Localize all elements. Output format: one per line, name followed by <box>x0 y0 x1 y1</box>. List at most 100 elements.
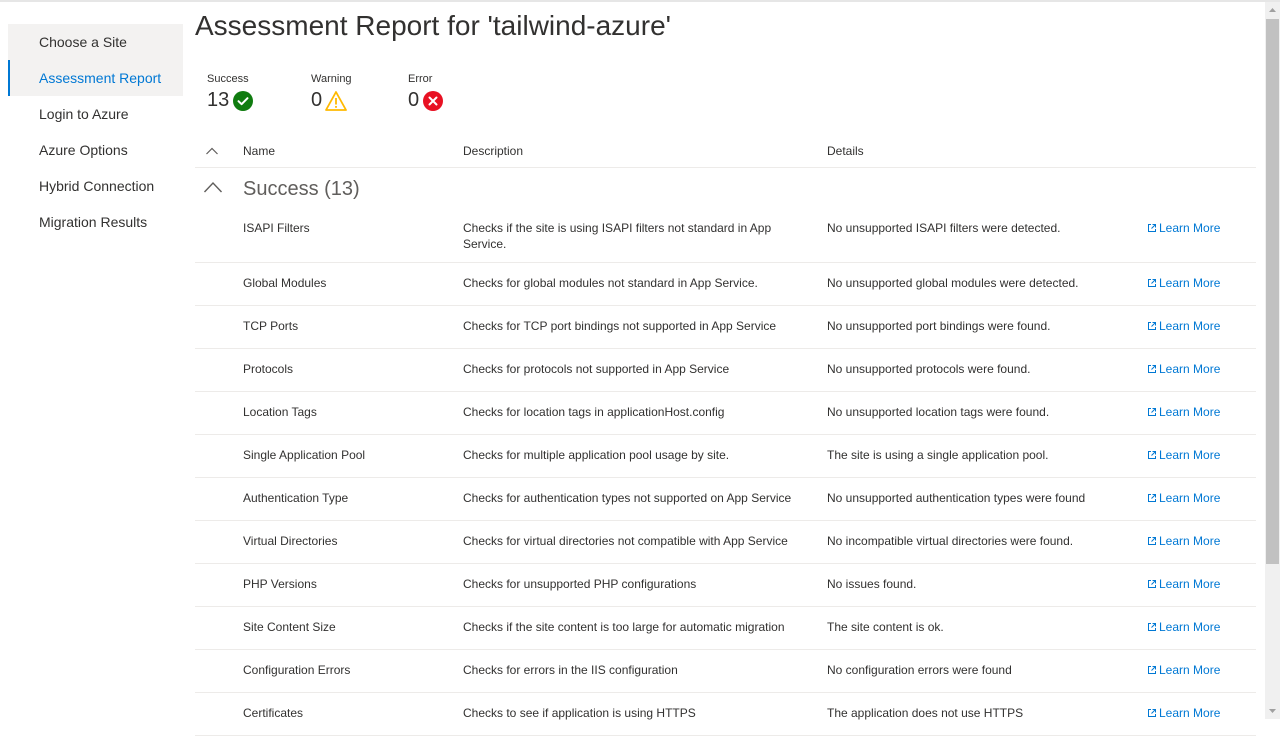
external-link-icon <box>1148 408 1156 416</box>
error-circle-icon <box>422 90 444 112</box>
table-row: PHP Versions Checks for unsupported PHP … <box>195 564 1256 607</box>
assessment-rows: ISAPI Filters Checks if the site is usin… <box>195 208 1256 736</box>
table-row: Configuration Errors Checks for errors i… <box>195 650 1256 693</box>
row-name: Authentication Type <box>243 491 349 505</box>
learn-more-label: Learn More <box>1159 620 1221 634</box>
row-description: Checks for global modules not standard i… <box>463 276 758 290</box>
column-header-details[interactable]: Details <box>827 144 864 158</box>
page-title: Assessment Report for 'tailwind-azure' <box>195 10 671 41</box>
row-description: Checks for protocols not supported in Ap… <box>463 362 730 376</box>
row-description: Checks for errors in the IIS configurati… <box>463 663 678 677</box>
learn-more-link[interactable]: Learn More <box>1147 275 1220 291</box>
table-row: Site Content Size Checks if the site con… <box>195 607 1256 650</box>
nav-item-migration-results[interactable]: Migration Results <box>8 204 183 240</box>
table-row: Single Application Pool Checks for multi… <box>195 435 1256 478</box>
warning-count: 0 <box>311 89 323 111</box>
error-label: Error <box>408 73 433 85</box>
learn-more-link[interactable]: Learn More <box>1147 490 1220 506</box>
scroll-up-arrow-icon[interactable] <box>1265 2 1280 18</box>
learn-more-link[interactable]: Learn More <box>1147 404 1220 420</box>
wizard-nav: Choose a Site Assessment Report Login to… <box>8 24 183 240</box>
row-name: Configuration Errors <box>243 663 351 677</box>
learn-more-label: Learn More <box>1159 534 1221 548</box>
table-row: Certificates Checks to see if applicatio… <box>195 693 1256 736</box>
row-details: The site is using a single application p… <box>827 448 1049 462</box>
learn-more-label: Learn More <box>1159 362 1221 376</box>
column-header-name[interactable]: Name <box>243 144 275 158</box>
learn-more-label: Learn More <box>1159 448 1221 462</box>
learn-more-link[interactable]: Learn More <box>1147 576 1220 592</box>
vertical-scrollbar[interactable] <box>1265 2 1280 719</box>
table-row: Authentication Type Checks for authentic… <box>195 478 1256 521</box>
nav-item-azure-options[interactable]: Azure Options <box>8 132 183 168</box>
external-link-icon <box>1148 623 1156 631</box>
group-collapse-chevron-icon[interactable] <box>203 180 223 194</box>
learn-more-label: Learn More <box>1159 319 1221 333</box>
row-name: PHP Versions <box>243 577 317 591</box>
row-details: No unsupported port bindings were found. <box>827 319 1051 333</box>
row-details: No issues found. <box>827 577 917 591</box>
learn-more-label: Learn More <box>1159 663 1221 677</box>
table-row: Global Modules Checks for global modules… <box>195 263 1256 306</box>
row-details: No unsupported authentication types were… <box>827 491 1086 505</box>
row-details: No configuration errors were found <box>827 663 1012 677</box>
learn-more-link[interactable]: Learn More <box>1147 662 1220 678</box>
warning-triangle-icon <box>325 90 348 112</box>
table-header: Name Description Details <box>195 137 1256 168</box>
row-details: No unsupported ISAPI filters were detect… <box>827 221 1061 235</box>
row-description: Checks for authentication types not supp… <box>463 491 792 505</box>
learn-more-link[interactable]: Learn More <box>1147 533 1220 549</box>
row-details: No unsupported location tags were found. <box>827 405 1050 419</box>
table-row: ISAPI Filters Checks if the site is usin… <box>195 208 1256 263</box>
external-link-icon <box>1148 365 1156 373</box>
table-row: TCP Ports Checks for TCP port bindings n… <box>195 306 1256 349</box>
row-name: Virtual Directories <box>243 534 338 548</box>
external-link-icon <box>1148 580 1156 588</box>
nav-item-choose-site[interactable]: Choose a Site <box>8 24 183 60</box>
table-row: Location Tags Checks for location tags i… <box>195 392 1256 435</box>
row-name: Location Tags <box>243 405 317 419</box>
row-details: No unsupported global modules were detec… <box>827 276 1079 290</box>
row-description: Checks for multiple application pool usa… <box>463 448 730 462</box>
main-content: Assessment Report for 'tailwind-azure' S… <box>195 0 1256 736</box>
learn-more-link[interactable]: Learn More <box>1147 318 1220 334</box>
row-description: Checks if the site is using ISAPI filter… <box>463 221 772 251</box>
row-name: Site Content Size <box>243 620 336 634</box>
learn-more-link[interactable]: Learn More <box>1147 619 1220 635</box>
external-link-icon <box>1148 709 1156 717</box>
learn-more-label: Learn More <box>1159 577 1221 591</box>
warning-label: Warning <box>311 73 352 85</box>
nav-item-assessment-report[interactable]: Assessment Report <box>8 60 183 96</box>
row-description: Checks if the site content is too large … <box>463 620 785 634</box>
row-description: Checks for virtual directories not compa… <box>463 534 788 548</box>
learn-more-label: Learn More <box>1159 491 1221 505</box>
external-link-icon <box>1148 494 1156 502</box>
row-description: Checks for TCP port bindings not support… <box>463 319 777 333</box>
success-label: Success <box>207 73 249 85</box>
check-circle-icon <box>232 90 254 112</box>
external-link-icon <box>1148 322 1156 330</box>
nav-item-login-azure[interactable]: Login to Azure <box>8 96 183 132</box>
column-header-description[interactable]: Description <box>463 144 523 158</box>
error-count: 0 <box>408 89 420 111</box>
learn-more-label: Learn More <box>1159 405 1221 419</box>
learn-more-link[interactable]: Learn More <box>1147 447 1220 463</box>
row-description: Checks for location tags in applicationH… <box>463 405 725 419</box>
collapse-all-chevron-icon[interactable] <box>205 145 219 155</box>
row-name: Protocols <box>243 362 294 376</box>
nav-item-hybrid-connection[interactable]: Hybrid Connection <box>8 168 183 204</box>
row-name: ISAPI Filters <box>243 221 310 235</box>
row-description: Checks for unsupported PHP configuration… <box>463 577 697 591</box>
row-name: TCP Ports <box>243 319 299 333</box>
error-summary: Error 0 <box>408 73 444 112</box>
scrollbar-thumb[interactable] <box>1266 19 1279 564</box>
learn-more-link[interactable]: Learn More <box>1147 220 1220 236</box>
table-row: Virtual Directories Checks for virtual d… <box>195 521 1256 564</box>
learn-more-link[interactable]: Learn More <box>1147 361 1220 377</box>
scroll-down-arrow-icon[interactable] <box>1265 703 1280 719</box>
group-header-success[interactable]: Success (13) <box>195 168 1256 208</box>
success-summary: Success 13 <box>207 73 254 112</box>
row-name: Global Modules <box>243 276 327 290</box>
table-row: Protocols Checks for protocols not suppo… <box>195 349 1256 392</box>
row-details: No unsupported protocols were found. <box>827 362 1031 376</box>
